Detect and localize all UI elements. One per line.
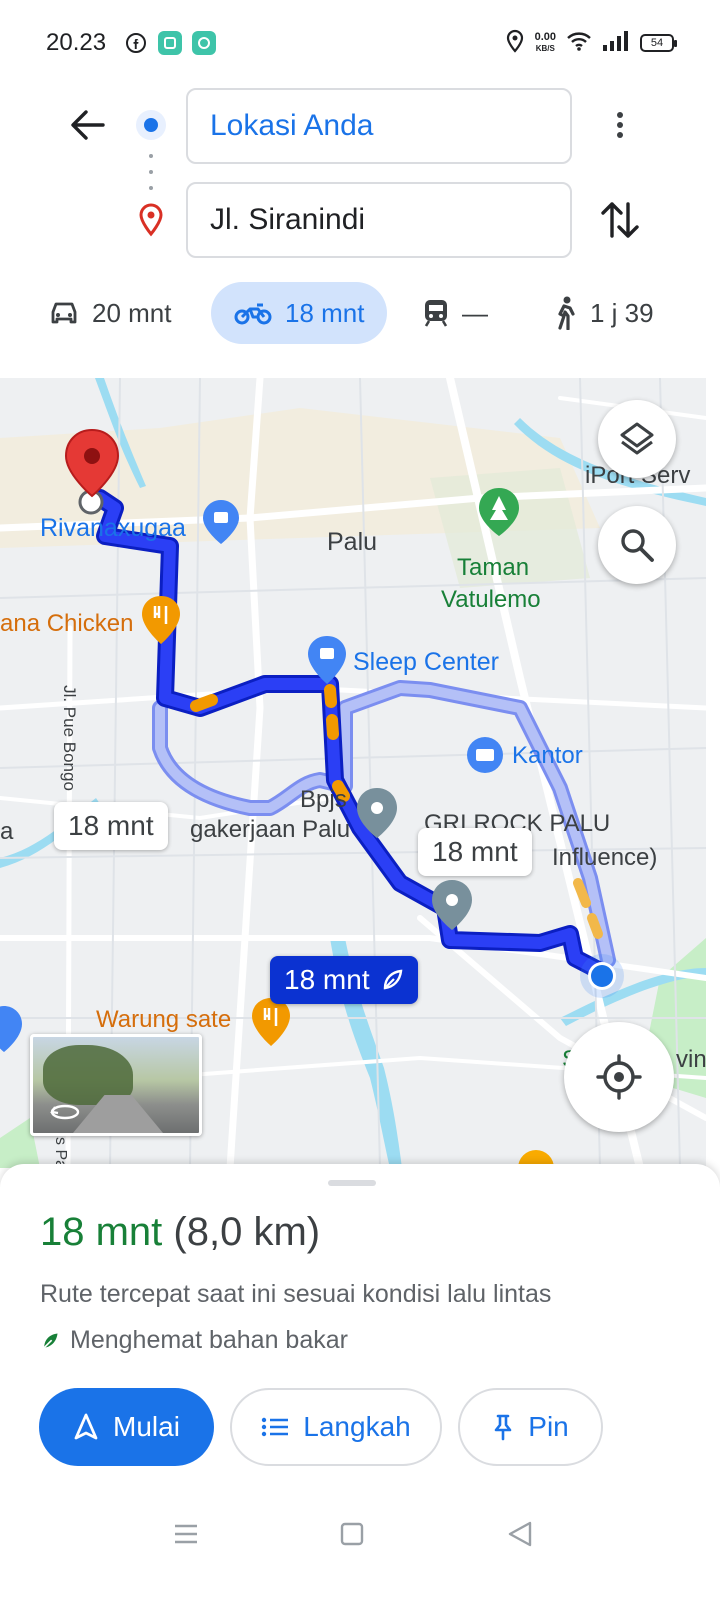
swap-vert-icon: [601, 202, 639, 238]
location-icon: [505, 29, 525, 58]
search-icon: [621, 529, 654, 562]
start-button[interactable]: Mulai: [39, 1388, 214, 1466]
back-nav-button[interactable]: [498, 1512, 542, 1556]
map-label-palu: Palu: [327, 528, 378, 556]
car-icon: [51, 302, 77, 324]
chat-notification-icon: [192, 31, 217, 55]
walking-icon: [558, 296, 575, 330]
menu-nav-button[interactable]: [164, 1512, 208, 1556]
tab-car[interactable]: 20 mnt: [48, 282, 172, 344]
layers-button[interactable]: [598, 400, 676, 478]
transit-duration: —: [462, 297, 488, 328]
map-label-rivanaxugaa[interactable]: Rivanaxugaa: [40, 514, 186, 543]
my-location-button[interactable]: [564, 1022, 674, 1132]
status-bar: 20.23 0.00 KB/S 54: [0, 0, 720, 86]
map-label-bpjs[interactable]: Bpjs: [300, 786, 347, 814]
map-view[interactable]: Rivanaxugaa Palu Taman Vatulemo ana Chic…: [0, 378, 706, 1168]
travel-mode-tabs: 20 mnt 18 mnt — 1 j 39: [0, 282, 720, 346]
pin-button-label: Pin: [528, 1411, 569, 1442]
map-label-edge-vin: vin: [676, 1046, 706, 1073]
directions-header: Lokasi Anda Jl. Siranindi: [0, 86, 720, 266]
route-description: Rute tercepat saat ini sesuai kondisi la…: [40, 1280, 552, 1308]
map-label-gri-rock-2[interactable]: Influence): [552, 844, 657, 872]
street-view-thumbnail[interactable]: [30, 1034, 202, 1136]
map-label-street-pue-bongo: Jl. Pue Bongo: [60, 685, 79, 791]
pin-icon: [494, 1414, 512, 1441]
origin-input[interactable]: Lokasi Anda: [186, 88, 572, 164]
tab-walking[interactable]: 1 j 39: [552, 282, 654, 344]
map-label-taman-2[interactable]: Vatulemo: [441, 584, 541, 616]
layers-icon: [620, 422, 654, 455]
signal-icon: [602, 30, 630, 57]
system-nav-bar: [0, 1490, 720, 1600]
back-button[interactable]: [60, 104, 114, 146]
map-label-sleep-center[interactable]: Sleep Center: [353, 648, 499, 677]
street-view-rotate-icon: [50, 1104, 80, 1120]
route-time: 18 mnt: [40, 1210, 163, 1254]
menu-icon: [175, 1524, 197, 1544]
facebook-icon: [124, 31, 149, 55]
list-icon: [262, 1417, 289, 1437]
home-nav-button[interactable]: [330, 1512, 374, 1556]
swap-button[interactable]: [598, 196, 642, 244]
navigation-arrow-icon: [74, 1413, 98, 1440]
back-triangle-icon: [508, 1521, 532, 1547]
sheet-drag-handle[interactable]: [328, 1180, 376, 1186]
route-chip-selected-label: 18 mnt: [284, 964, 370, 995]
fuel-saving-note: Menghemat bahan bakar: [40, 1326, 348, 1355]
route-summary: 18 mnt (8,0 km): [40, 1210, 320, 1255]
destination-input[interactable]: Jl. Siranindi: [186, 182, 572, 258]
route-connector: [149, 154, 153, 190]
pin-button[interactable]: Pin: [458, 1388, 603, 1466]
fuel-saving-label: Menghemat bahan bakar: [70, 1326, 348, 1354]
net-speed-value: 0.00: [534, 31, 556, 43]
map-label-kantor[interactable]: Kantor: [512, 742, 583, 770]
wifi-icon: [566, 30, 592, 57]
tab-motorcycle[interactable]: 18 mnt: [211, 282, 387, 344]
route-chip-selected[interactable]: 18 mnt: [270, 956, 418, 1004]
route-chip-alt-2[interactable]: 18 mnt: [418, 828, 532, 876]
origin-dot-icon: [136, 110, 166, 140]
start-button-label: Mulai: [113, 1411, 180, 1442]
destination-pin-icon: [136, 202, 166, 238]
battery-icon: 54: [640, 34, 677, 52]
more-options-button[interactable]: [604, 104, 636, 146]
motorcycle-duration: 18 mnt: [285, 297, 365, 328]
tab-transit[interactable]: —: [422, 282, 488, 344]
map-label-edge-a: a: [0, 818, 14, 845]
my-location-icon: [596, 1054, 642, 1100]
home-square-icon: [340, 1522, 364, 1546]
route-distance: (8,0 km): [173, 1210, 321, 1254]
map-label-taman-1[interactable]: Taman: [457, 552, 529, 584]
train-icon: [424, 300, 448, 327]
arrow-back-icon: [71, 110, 105, 140]
network-speed: 0.00 KB/S: [535, 32, 556, 54]
map-search-button[interactable]: [598, 506, 676, 584]
net-speed-unit: KB/S: [535, 44, 555, 53]
office-marker-icon[interactable]: [467, 737, 503, 773]
steps-button-label: Langkah: [303, 1411, 411, 1442]
eco-leaf-icon: [383, 969, 402, 990]
map-label-chicken[interactable]: ana Chicken: [0, 610, 133, 638]
map-label-warung-sate[interactable]: Warung sate: [96, 1006, 231, 1034]
battery-level: 54: [650, 37, 664, 49]
motorcycle-icon: [234, 303, 272, 325]
car-duration: 20 mnt: [92, 297, 172, 328]
map-label-ketenagakerjaan[interactable]: gakerjaan Palu: [190, 816, 350, 844]
app-notification-icon: [158, 31, 183, 55]
route-chip-alt-1[interactable]: 18 mnt: [54, 802, 168, 850]
status-time: 20.23: [46, 29, 107, 56]
steps-button[interactable]: Langkah: [230, 1388, 442, 1466]
eco-leaf-icon-2: [43, 1333, 58, 1348]
walking-duration: 1 j 39: [590, 297, 654, 328]
